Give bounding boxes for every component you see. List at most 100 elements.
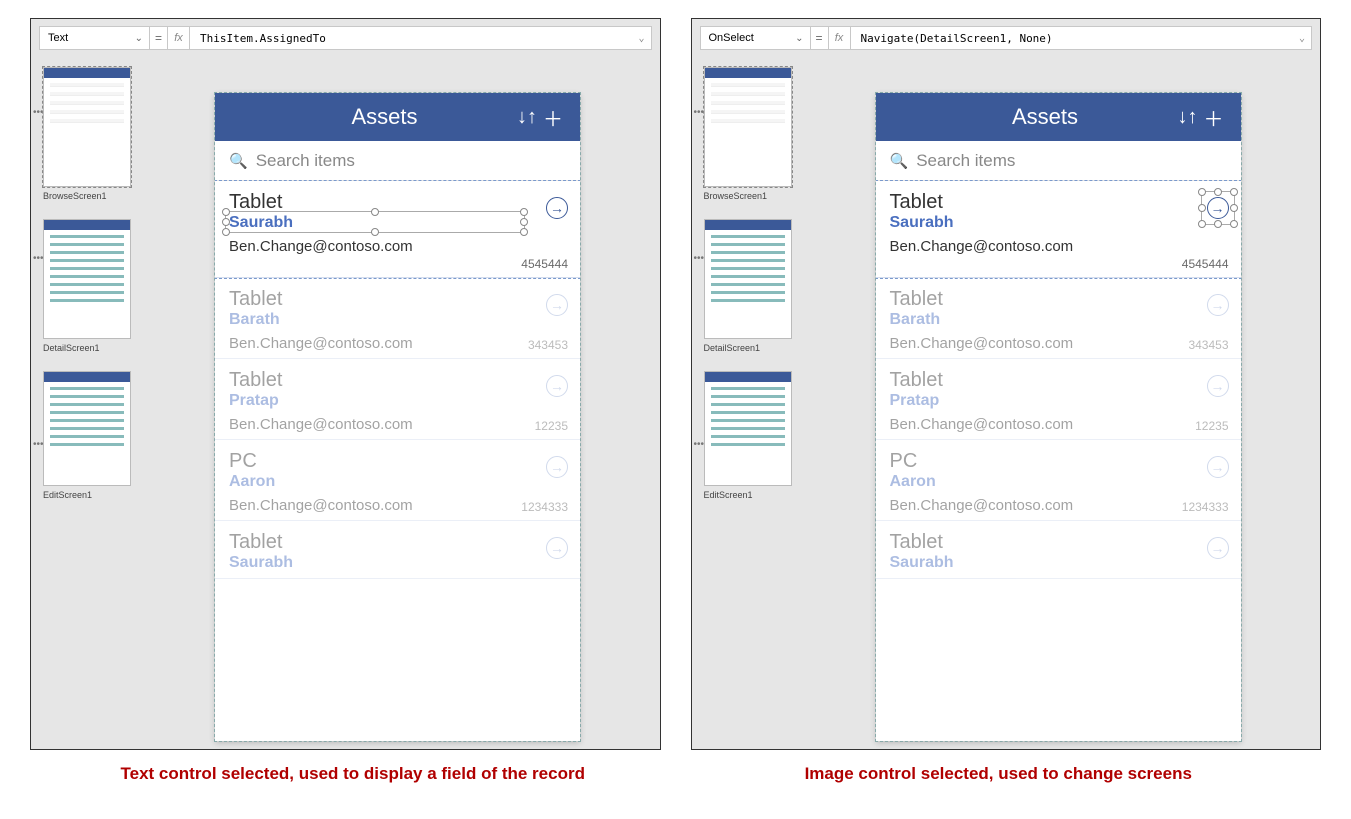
screen-thumb-edit[interactable]: EditScreen1: [704, 371, 792, 500]
arrow-right-icon[interactable]: →: [546, 375, 568, 397]
equals-icon: =: [150, 27, 168, 49]
gallery-row[interactable]: PC Aaron Ben.Change@contoso.com 1234333 …: [876, 440, 1241, 521]
screen-thumb-detail[interactable]: DetailScreen1: [43, 219, 131, 353]
gallery-row[interactable]: Tablet Barath Ben.Change@contoso.com 343…: [215, 278, 580, 359]
row-assigned: Pratap: [890, 392, 1227, 410]
more-icon[interactable]: •••: [694, 439, 705, 450]
more-icon[interactable]: •••: [33, 439, 44, 450]
formula-text: Navigate(DetailScreen1, None): [861, 32, 1053, 45]
screen-thumb-edit[interactable]: EditScreen1: [43, 371, 131, 500]
formula-text: ThisItem.AssignedTo: [200, 32, 326, 45]
equals-icon: =: [811, 27, 829, 49]
row-title: Tablet: [890, 288, 1227, 311]
arrow-right-icon[interactable]: →: [1207, 537, 1229, 559]
row-number: 12235: [535, 419, 568, 433]
row-number: 343453: [1188, 338, 1228, 352]
search-placeholder: Search items: [256, 151, 355, 171]
screen-thumb-browse[interactable]: BrowseScreen1: [43, 67, 131, 201]
gallery-row[interactable]: Tablet Saurabh →: [876, 521, 1241, 579]
canvas: Assets ↓↑ ＋ 🔍 Search items Tablet Saurab…: [191, 59, 652, 749]
row-title: Tablet: [229, 369, 566, 392]
row-email: Ben.Change@contoso.com: [890, 497, 1227, 514]
arrow-right-icon[interactable]: →: [546, 197, 568, 219]
row-assigned: Saurabh: [229, 554, 566, 572]
row-title: Tablet: [890, 369, 1227, 392]
gallery-row[interactable]: Tablet Saurabh Ben.Change@contoso.com 45…: [215, 181, 580, 278]
app-title: Assets: [255, 104, 514, 130]
screen-thumb-detail[interactable]: DetailScreen1: [704, 219, 792, 353]
row-assigned: Aaron: [229, 473, 566, 491]
screen-label: EditScreen1: [704, 490, 792, 500]
row-assigned: Aaron: [890, 473, 1227, 491]
gallery-row[interactable]: Tablet Pratap Ben.Change@contoso.com 122…: [215, 359, 580, 440]
arrow-right-icon[interactable]: →: [546, 294, 568, 316]
add-icon[interactable]: ＋: [540, 103, 566, 132]
row-number: 4545444: [521, 257, 568, 271]
row-title: Tablet: [229, 531, 566, 554]
row-email: Ben.Change@contoso.com: [890, 335, 1227, 352]
screen-label: DetailScreen1: [43, 343, 131, 353]
row-number: 1234333: [1182, 500, 1229, 514]
gallery-row[interactable]: Tablet Saurabh →: [215, 521, 580, 579]
chevron-down-icon: ⌄: [135, 33, 143, 44]
arrow-right-icon[interactable]: →: [1207, 375, 1229, 397]
selection-indicator: [1201, 191, 1235, 225]
row-title: PC: [229, 450, 566, 473]
add-icon[interactable]: ＋: [1201, 103, 1227, 132]
app-titlebar: Assets ↓↑ ＋: [876, 93, 1241, 141]
app-title: Assets: [916, 104, 1175, 130]
arrow-right-icon[interactable]: →: [546, 537, 568, 559]
row-email: Ben.Change@contoso.com: [890, 416, 1227, 433]
row-email: Ben.Change@contoso.com: [229, 335, 566, 352]
selection-indicator: [225, 211, 525, 233]
more-icon[interactable]: •••: [694, 253, 705, 264]
row-title: Tablet: [890, 191, 1227, 214]
canvas: Assets ↓↑ ＋ 🔍 Search items Tablet Saurab…: [852, 59, 1313, 749]
formula-input[interactable]: Navigate(DetailScreen1, None) ⌄: [851, 27, 1312, 49]
more-icon[interactable]: •••: [694, 107, 705, 118]
chevron-down-icon: ⌄: [795, 33, 803, 44]
row-title: PC: [890, 450, 1227, 473]
screens-nav: ••• BrowseScreen1 ••• DetailScreen1 ••• …: [692, 59, 844, 749]
search-placeholder: Search items: [916, 151, 1015, 171]
arrow-right-icon[interactable]: →: [1207, 294, 1229, 316]
phone-frame: Assets ↓↑ ＋ 🔍 Search items Tablet Saurab…: [876, 93, 1241, 741]
more-icon[interactable]: •••: [33, 253, 44, 264]
search-icon: 🔍: [229, 152, 248, 170]
gallery-row[interactable]: Tablet Pratap Ben.Change@contoso.com 122…: [876, 359, 1241, 440]
phone-frame: Assets ↓↑ ＋ 🔍 Search items Tablet Saurab…: [215, 93, 580, 741]
row-number: 343453: [528, 338, 568, 352]
sort-icon[interactable]: ↓↑: [514, 106, 540, 129]
gallery-row[interactable]: Tablet Barath Ben.Change@contoso.com 343…: [876, 278, 1241, 359]
arrow-right-icon[interactable]: →: [546, 456, 568, 478]
formula-input[interactable]: ThisItem.AssignedTo ⌄: [190, 27, 651, 49]
search-bar[interactable]: 🔍 Search items: [876, 141, 1241, 181]
formula-bar: Text ⌄ = fx ThisItem.AssignedTo ⌄: [39, 26, 652, 50]
captions-row: Text control selected, used to display a…: [30, 764, 1321, 784]
screen-label: BrowseScreen1: [704, 191, 792, 201]
caption-right: Image control selected, used to change s…: [676, 764, 1322, 784]
property-dropdown[interactable]: OnSelect ⌄: [701, 27, 811, 49]
row-email: Ben.Change@contoso.com: [229, 238, 566, 255]
row-number: 1234333: [521, 500, 568, 514]
formula-bar: OnSelect ⌄ = fx Navigate(DetailScreen1, …: [700, 26, 1313, 50]
chevron-down-icon: ⌄: [638, 33, 644, 44]
screen-label: DetailScreen1: [704, 343, 792, 353]
sort-icon[interactable]: ↓↑: [1175, 106, 1201, 129]
row-number: 12235: [1195, 419, 1228, 433]
screen-label: EditScreen1: [43, 490, 131, 500]
caption-left: Text control selected, used to display a…: [30, 764, 676, 784]
row-number: 4545444: [1182, 257, 1229, 271]
property-dropdown[interactable]: Text ⌄: [40, 27, 150, 49]
gallery-row[interactable]: Tablet Saurabh Ben.Change@contoso.com 45…: [876, 181, 1241, 278]
row-email: Ben.Change@contoso.com: [890, 238, 1227, 255]
screen-thumb-browse[interactable]: BrowseScreen1: [704, 67, 792, 201]
row-title: Tablet: [890, 531, 1227, 554]
search-bar[interactable]: 🔍 Search items: [215, 141, 580, 181]
row-title: Tablet: [229, 288, 566, 311]
panel-left: Text ⌄ = fx ThisItem.AssignedTo ⌄ ••• Br…: [30, 18, 661, 750]
more-icon[interactable]: •••: [33, 107, 44, 118]
gallery-row[interactable]: PC Aaron Ben.Change@contoso.com 1234333 …: [215, 440, 580, 521]
fx-icon: fx: [168, 27, 190, 49]
arrow-right-icon[interactable]: →: [1207, 456, 1229, 478]
